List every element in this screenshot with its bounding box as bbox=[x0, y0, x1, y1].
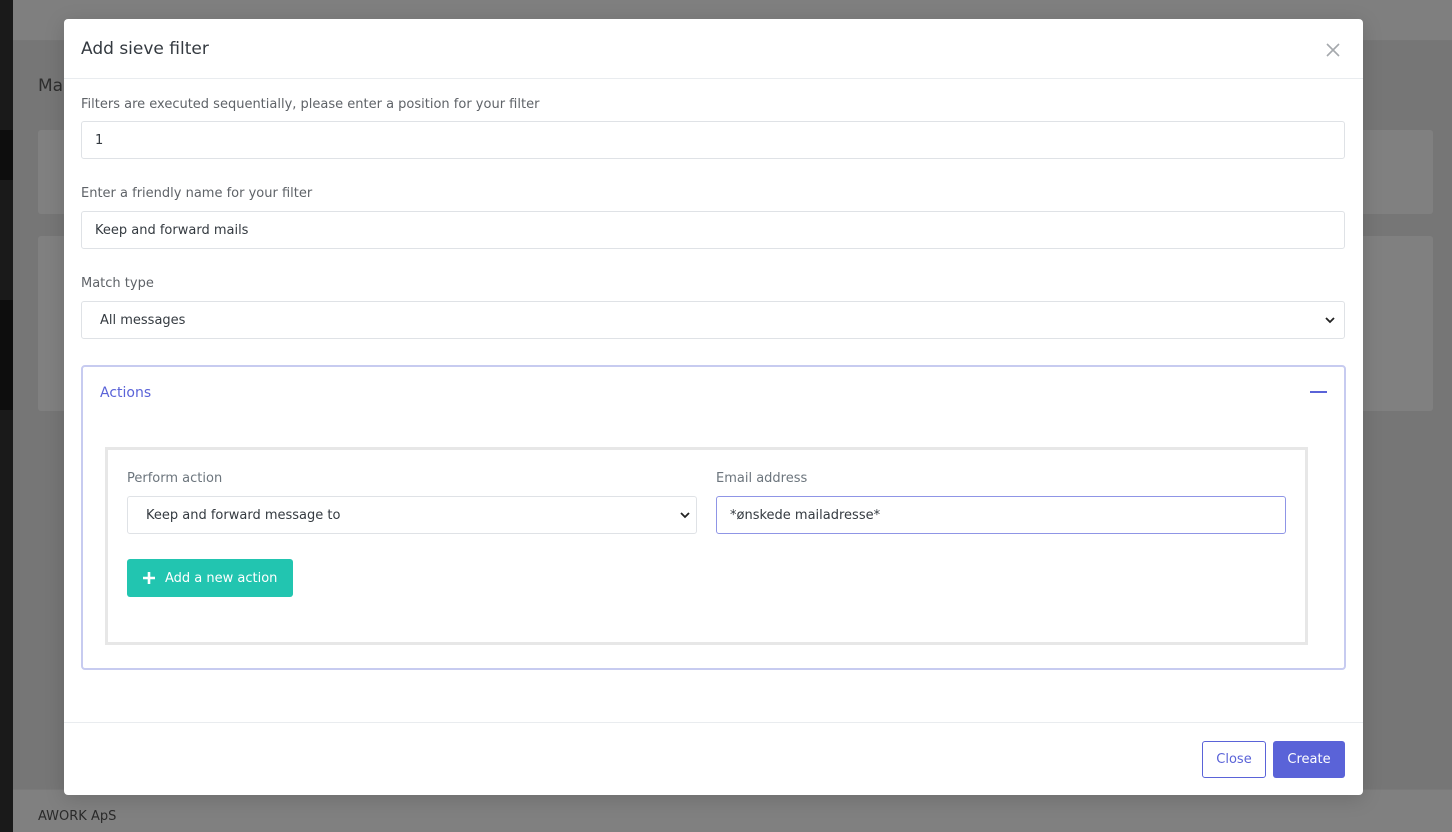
chevron-down-icon bbox=[679, 509, 691, 521]
perform-action-label: Perform action bbox=[127, 471, 223, 486]
background-page-title: Ma bbox=[38, 76, 64, 96]
name-label: Enter a friendly name for your filter bbox=[81, 186, 313, 201]
plus-icon bbox=[142, 571, 156, 585]
footer-company: AWORK ApS bbox=[38, 809, 117, 824]
action-row: Perform action Keep and forward message … bbox=[105, 447, 1308, 645]
filter-name-value: Keep and forward mails bbox=[95, 222, 249, 238]
add-action-label: Add a new action bbox=[165, 570, 278, 586]
filter-name-input[interactable]: Keep and forward mails bbox=[81, 211, 1345, 249]
sidebar-band bbox=[0, 300, 13, 410]
background-sidebar bbox=[0, 0, 13, 832]
email-label: Email address bbox=[716, 471, 808, 486]
modal-footer: Close Create bbox=[64, 722, 1363, 795]
email-address-input[interactable]: *ønskede mailadresse* bbox=[716, 496, 1286, 534]
email-value: *ønskede mailadresse* bbox=[730, 507, 881, 523]
add-action-button[interactable]: Add a new action bbox=[127, 559, 293, 597]
match-type-select[interactable]: All messages bbox=[81, 301, 1345, 339]
chevron-down-icon bbox=[1324, 314, 1336, 326]
background-footer bbox=[13, 789, 1452, 832]
modal-title: Add sieve filter bbox=[81, 39, 209, 59]
perform-action-value: Keep and forward message to bbox=[146, 507, 341, 523]
modal-header: Add sieve filter bbox=[64, 19, 1363, 79]
actions-title[interactable]: Actions bbox=[100, 385, 151, 401]
match-type-value: All messages bbox=[100, 312, 186, 328]
close-icon[interactable] bbox=[1322, 39, 1344, 61]
position-value: 1 bbox=[95, 132, 104, 148]
sidebar-band bbox=[0, 130, 13, 180]
actions-panel: Actions Perform action Keep and forward … bbox=[81, 365, 1346, 670]
close-button[interactable]: Close bbox=[1202, 741, 1266, 778]
minus-icon[interactable] bbox=[1310, 391, 1327, 393]
add-sieve-filter-modal: Add sieve filter Filters are executed se… bbox=[64, 19, 1363, 795]
match-type-label: Match type bbox=[81, 276, 154, 291]
position-input[interactable]: 1 bbox=[81, 121, 1345, 159]
create-button[interactable]: Create bbox=[1273, 741, 1345, 778]
position-label: Filters are executed sequentially, pleas… bbox=[81, 97, 540, 112]
perform-action-select[interactable]: Keep and forward message to bbox=[127, 496, 697, 534]
